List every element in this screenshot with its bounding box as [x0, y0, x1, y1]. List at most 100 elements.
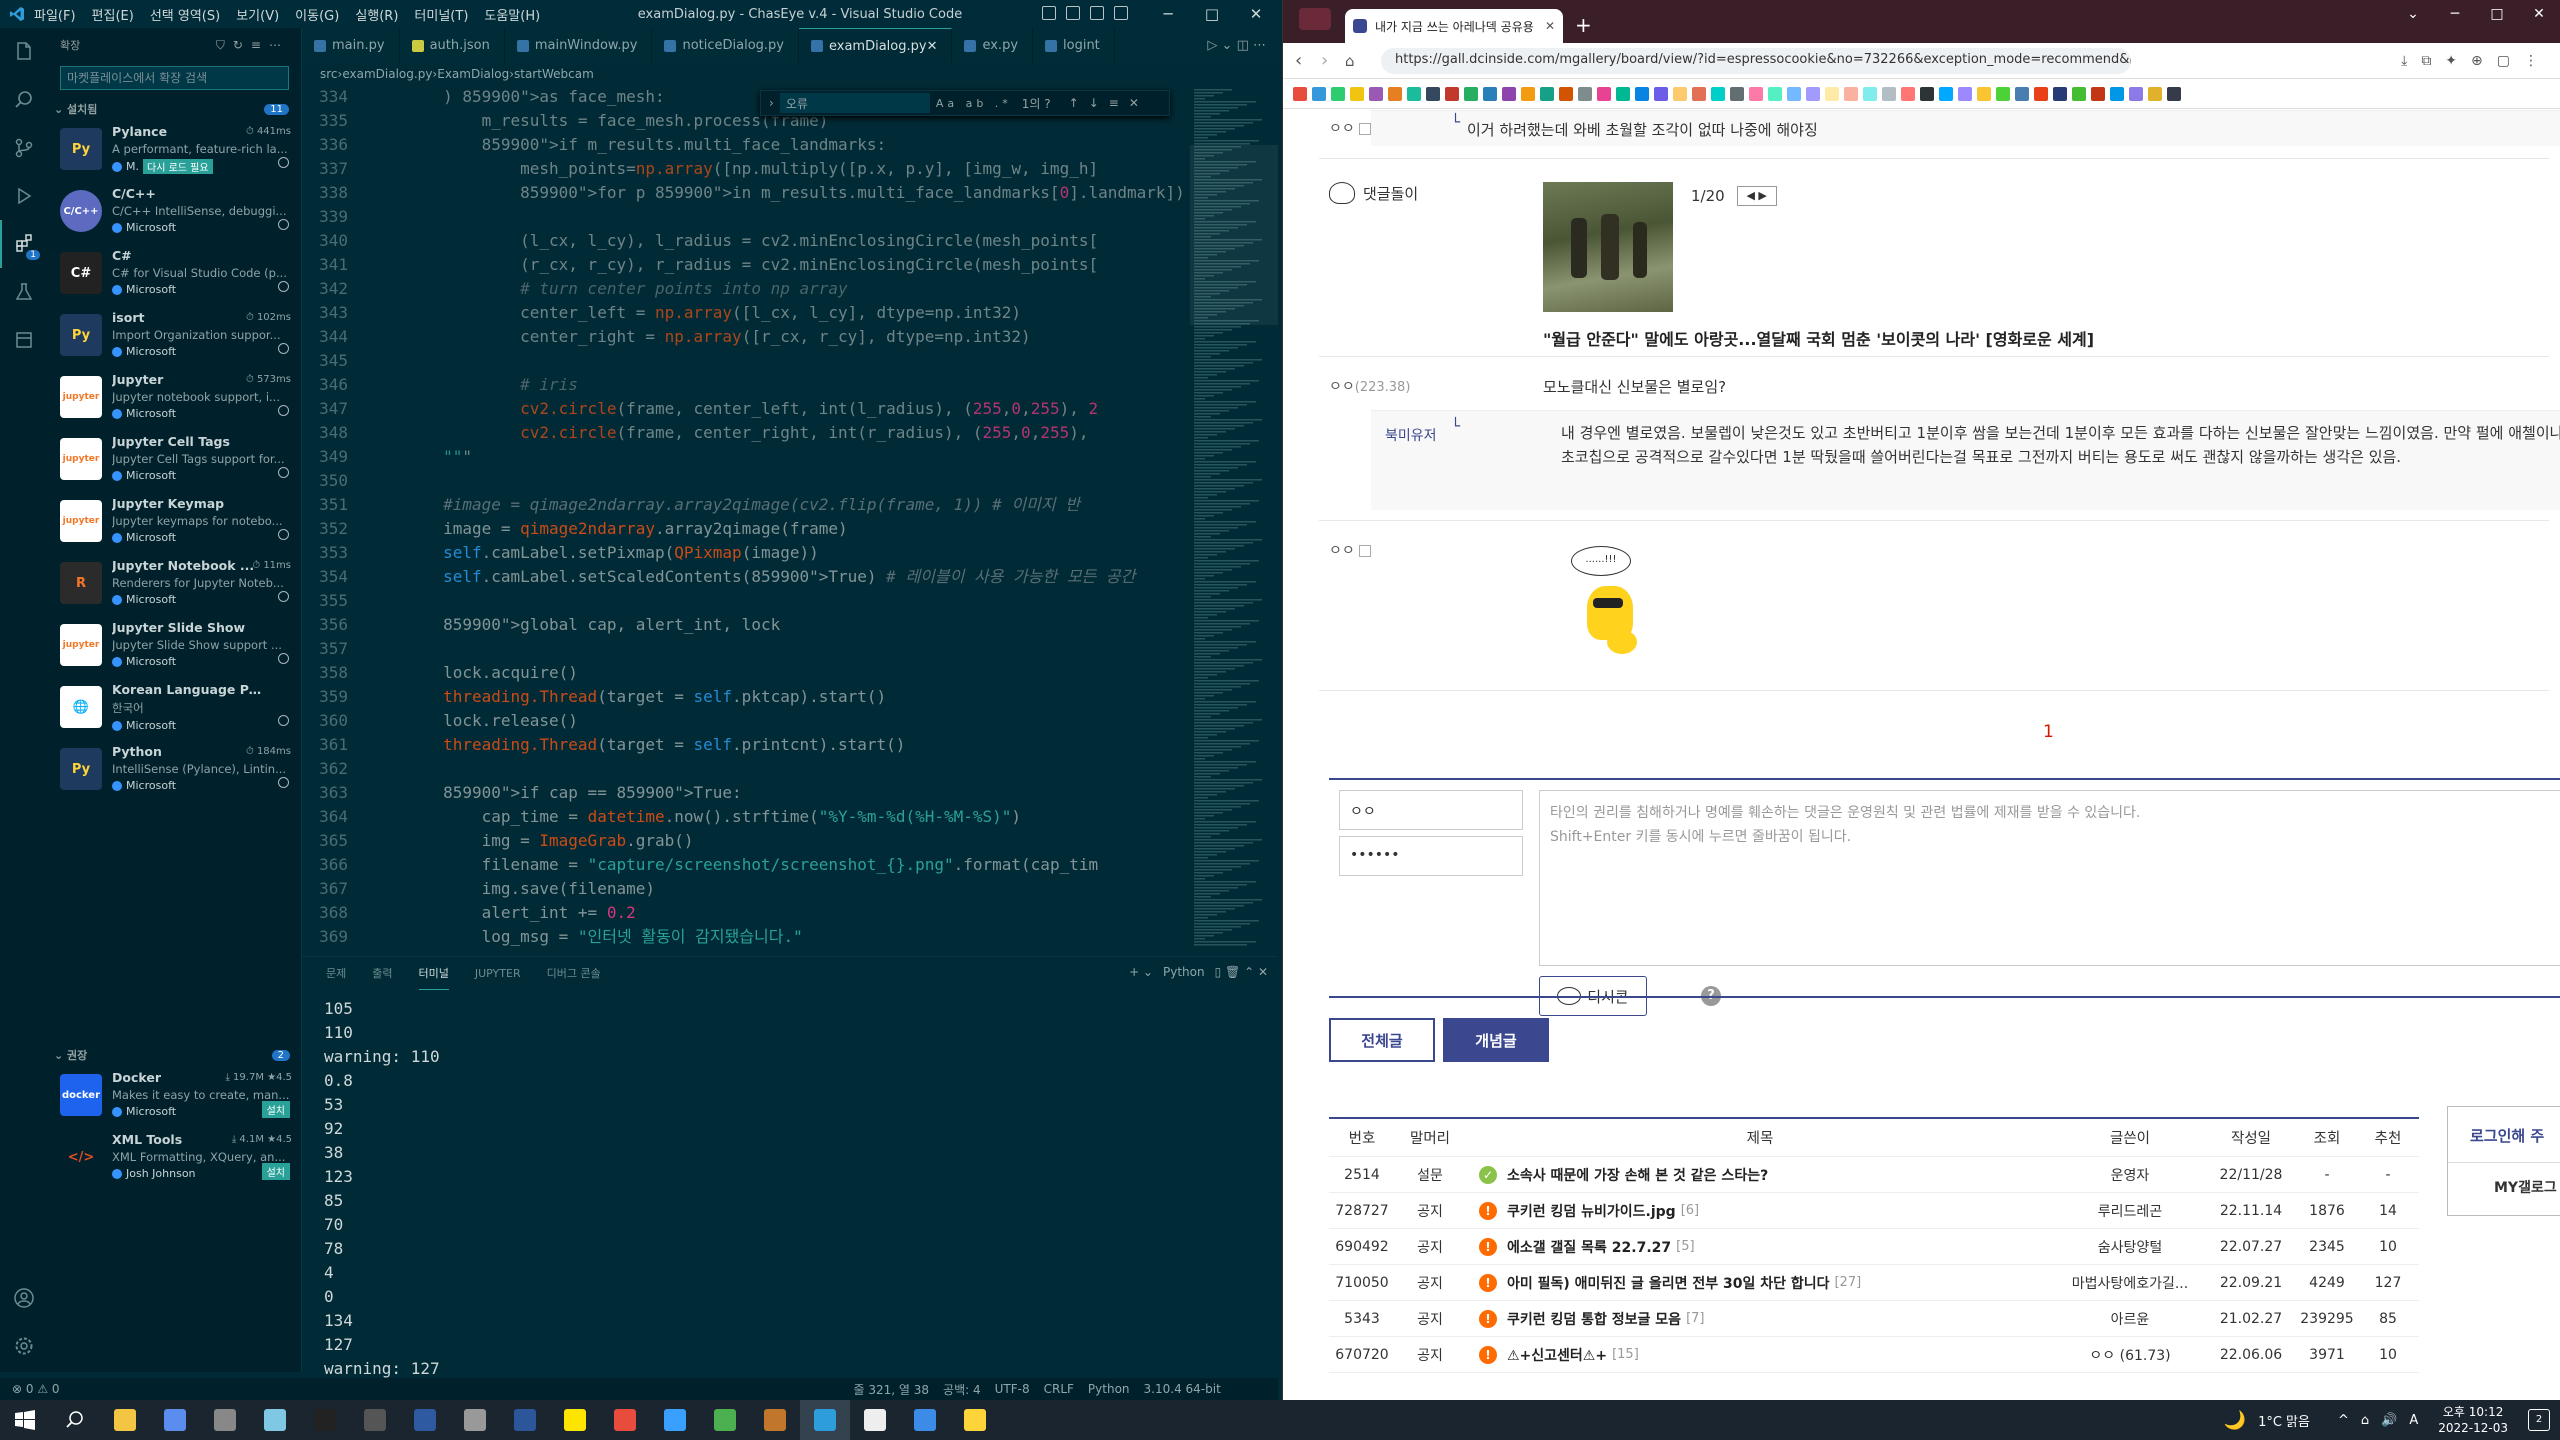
extension-item[interactable]: C# C# C# for Visual Studio Code (p... Micro…	[48, 244, 301, 306]
photos-icon[interactable]	[900, 1400, 950, 1440]
bookmark-icon[interactable]	[2091, 86, 2105, 101]
bookmark-icon[interactable]	[1559, 86, 1573, 101]
game-icon[interactable]	[750, 1400, 800, 1440]
editor-actions[interactable]: ▷ ⌄ ◫ ⋯	[1195, 28, 1278, 63]
board-row[interactable]: 690492 공지! 에소갤 갤질 목록 22.7.27 [5] 숨사탕양털 22.07.…	[1329, 1229, 2419, 1265]
layout-controls[interactable]	[1042, 6, 1128, 20]
bookmark-icon[interactable]	[1312, 86, 1326, 101]
bookmark-icon[interactable]	[2167, 86, 2181, 101]
word-icon[interactable]	[500, 1400, 550, 1440]
terminal-actions[interactable]: + ⌄ Python ▯ 🗑 ⌃ ✕	[1129, 965, 1268, 979]
manage-gear-icon[interactable]	[278, 405, 289, 416]
toggle-panel-icon[interactable]	[1066, 6, 1080, 20]
bookmark-icon[interactable]	[1483, 86, 1497, 101]
app-icon[interactable]	[650, 1400, 700, 1440]
panel-tab[interactable]: 디버그 콘솔	[547, 957, 601, 989]
eol-status[interactable]: CRLF	[1044, 1382, 1074, 1396]
post-author[interactable]: 운영자	[2055, 1165, 2205, 1185]
bookmark-icon[interactable]	[1996, 86, 2010, 101]
manage-gear-icon[interactable]	[278, 281, 289, 292]
bookmark-icon[interactable]	[1388, 86, 1402, 101]
password-input[interactable]: ••••••	[1339, 836, 1523, 876]
run-debug-icon[interactable]	[0, 172, 48, 220]
language-status[interactable]: Python	[1088, 1382, 1130, 1396]
bookmark-icon[interactable]	[1578, 86, 1592, 101]
bookmark-icon[interactable]	[1958, 86, 1972, 101]
login-box-title[interactable]: 로그인해 주	[2448, 1107, 2560, 1163]
bookmark-icon[interactable]	[1920, 86, 1934, 101]
new-tab-button[interactable]: +	[1575, 13, 1592, 37]
find-nav-buttons[interactable]: ↑↓≡✕	[1069, 96, 1149, 110]
extension-item[interactable]: R Jupyter Notebook ... Renderers for Jupyt…	[48, 554, 301, 616]
comment-count[interactable]: [15]	[1612, 1347, 1639, 1362]
extension-item[interactable]: Py Python IntelliSense (Pylance), Lintin..…	[48, 740, 301, 802]
recommended-section-header[interactable]: ⌄ 권장 2	[48, 1044, 302, 1066]
browser-icon[interactable]	[150, 1400, 200, 1440]
post-author[interactable]: 숨사탕양털	[2055, 1237, 2205, 1257]
tab-logint[interactable]: logint	[1033, 28, 1115, 63]
extension-item[interactable]: jupyter Jupyter Keymap Jupyter keymaps for…	[48, 492, 301, 554]
calculator-icon[interactable]	[200, 1400, 250, 1440]
bookmark-icon[interactable]	[1939, 86, 1953, 101]
customize-layout-icon[interactable]	[1114, 6, 1128, 20]
forward-icon[interactable]: ›	[1321, 50, 1328, 71]
volume-icon[interactable]: 🔊	[2381, 1413, 2397, 1428]
comment-count[interactable]: [5]	[1676, 1239, 1694, 1254]
breadcrumb-item[interactable]: startWebcam	[514, 67, 594, 81]
extension-item[interactable]: </> XML Tools XML Formatting, XQuery, an..…	[48, 1128, 302, 1190]
bookmark-icon[interactable]	[2053, 86, 2067, 101]
weather-text[interactable]: 1°C 맑음	[2258, 1411, 2310, 1430]
notification-icon[interactable]: 2	[2528, 1409, 2550, 1431]
extension-item[interactable]: Py Pylance A performant, feature-rich la..…	[48, 120, 301, 182]
bookmark-icon[interactable]	[1768, 86, 1782, 101]
cursor-position[interactable]: 줄 321, 열 38	[854, 1381, 930, 1398]
bookmark-icon[interactable]	[2034, 86, 2048, 101]
bookmark-icon[interactable]	[1540, 86, 1554, 101]
menu-item[interactable]: 터미널(T)	[414, 9, 468, 24]
all-posts-button[interactable]: 전체글	[1329, 1018, 1435, 1062]
clock[interactable]: 오후 10:12 2022-12-03	[2438, 1404, 2508, 1436]
search-icon[interactable]	[0, 76, 48, 124]
post-title[interactable]: 에소갤 갤질 목록 22.7.27	[1507, 1237, 1671, 1257]
manage-gear-icon[interactable]	[278, 653, 289, 664]
bookmark-icon[interactable]	[1730, 86, 1744, 101]
notepad-icon[interactable]	[250, 1400, 300, 1440]
kakaotalk-icon[interactable]	[550, 1400, 600, 1440]
bookmark-icon[interactable]	[2015, 86, 2029, 101]
manage-gear-icon[interactable]	[278, 467, 289, 478]
manage-gear-icon[interactable]	[278, 219, 289, 230]
post-author[interactable]: 아르윤	[2055, 1309, 2205, 1329]
breadcrumb-item[interactable]: ExamDialog	[437, 67, 509, 81]
post-title[interactable]: 아미 필독) 애미뒤진 글 올리면 전부 30일 차단 합니다	[1507, 1273, 1829, 1293]
bookmark-icon[interactable]	[1711, 86, 1725, 101]
browser-chevron-icon[interactable]: ⌄	[2392, 0, 2434, 28]
bookmark-icon[interactable]	[1825, 86, 1839, 101]
settings-icon[interactable]	[450, 1400, 500, 1440]
bookmark-icon[interactable]	[1977, 86, 1991, 101]
menu-item[interactable]: 보기(V)	[236, 9, 279, 24]
files-icon[interactable]	[850, 1400, 900, 1440]
source-control-icon[interactable]	[0, 124, 48, 172]
tab-ex-py[interactable]: ex.py	[952, 28, 1034, 63]
bookmark-icon[interactable]	[1635, 86, 1649, 101]
tab-mainwindow-py[interactable]: mainWindow.py	[505, 28, 653, 63]
bookmark-icon[interactable]	[1350, 86, 1364, 101]
my-gallog-link[interactable]: MY갤로그	[2448, 1163, 2560, 1197]
bookmark-icon[interactable]	[1502, 86, 1516, 101]
panel-tab[interactable]: 터미널	[418, 957, 449, 990]
installed-section-header[interactable]: ⌄ 설치됨 11	[48, 98, 301, 120]
bookmark-icon[interactable]	[1654, 86, 1668, 101]
bookmark-icon[interactable]	[1806, 86, 1820, 101]
window-icon[interactable]	[350, 1400, 400, 1440]
bot-headline[interactable]: "월급 안준다" 말에도 아랑곳...열달째 국회 멈춘 '보이콧의 나라' […	[1543, 326, 2094, 350]
post-title[interactable]: ⚠+신고센터⚠+	[1507, 1345, 1607, 1365]
menu-item[interactable]: 파일(F)	[34, 9, 76, 24]
post-title[interactable]: 소속사 때문에 가장 손해 본 것 같은 스타는?	[1507, 1165, 1768, 1185]
bookmark-icon[interactable]	[1426, 86, 1440, 101]
problems-status[interactable]: ⊗ 0 ⚠ 0	[12, 1382, 60, 1396]
minimap[interactable]	[1190, 85, 1278, 951]
bookmark-icon[interactable]	[1464, 86, 1478, 101]
browser-maximize-button[interactable]: □	[2476, 0, 2518, 28]
testing-icon[interactable]	[0, 268, 48, 316]
bookmark-icon[interactable]	[1863, 86, 1877, 101]
